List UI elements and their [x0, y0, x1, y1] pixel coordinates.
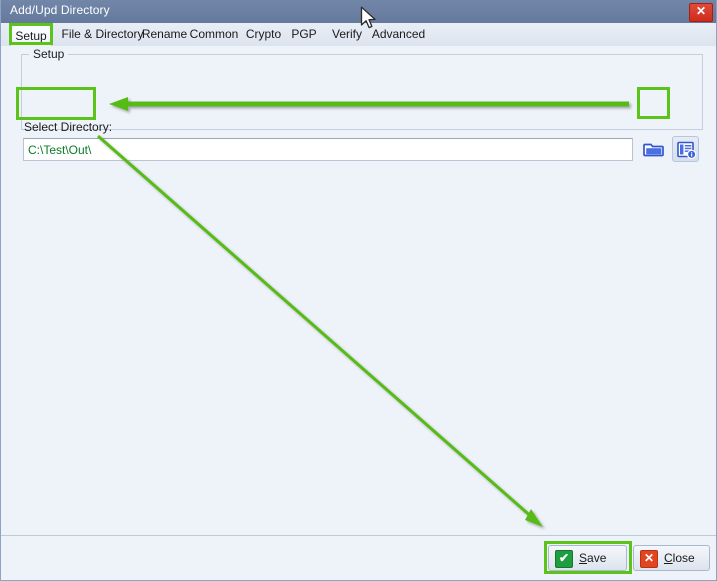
tab-label: Advanced: [371, 27, 426, 41]
tab-crypto[interactable]: Crypto: [241, 24, 286, 45]
dialog-footer: ✔ Save ✕ Close: [1, 535, 716, 580]
title-bar: Add/Upd Directory ✕: [1, 0, 716, 24]
setup-tab-panel: Setup Select Directory:: [1, 46, 716, 535]
close-button[interactable]: ✕ Close: [633, 545, 710, 571]
checkmark-icon: ✔: [555, 550, 573, 568]
tab-rename[interactable]: Rename: [138, 24, 191, 45]
close-rest: lose: [672, 551, 695, 565]
directory-list-button[interactable]: [672, 136, 699, 162]
save-rest: ave: [587, 551, 607, 565]
tab-common[interactable]: Common: [187, 24, 241, 45]
tab-pgp[interactable]: PGP: [289, 24, 319, 45]
add-upd-directory-window: Add/Upd Directory ✕ Setup File & Directo…: [0, 0, 717, 581]
save-accel: S: [579, 551, 588, 565]
tab-label: Setup: [15, 29, 47, 43]
tab-label: Crypto: [245, 27, 282, 41]
tab-verify[interactable]: Verify: [326, 24, 368, 45]
save-button[interactable]: ✔ Save: [548, 545, 627, 571]
save-button-label: Save: [579, 546, 606, 570]
tab-label: Rename: [141, 27, 188, 41]
tab-label: Verify: [331, 27, 362, 41]
close-accel: C: [664, 551, 673, 565]
tab-label: File & Directory: [61, 27, 144, 41]
tab-file-directory[interactable]: File & Directory: [56, 24, 149, 45]
tab-label: Common: [189, 27, 239, 41]
window-title: Add/Upd Directory: [10, 3, 110, 17]
window-close-button[interactable]: ✕: [689, 3, 713, 22]
setup-group-box: [21, 54, 703, 130]
tab-setup[interactable]: Setup: [10, 24, 52, 47]
select-directory-label: Select Directory:: [24, 120, 113, 134]
folder-icon: [643, 143, 664, 157]
tab-advanced[interactable]: Advanced: [367, 24, 430, 45]
close-icon: ✕: [695, 4, 707, 18]
directory-input[interactable]: [23, 138, 633, 161]
close-button-label: Close: [664, 546, 695, 570]
tab-label: PGP: [291, 27, 317, 41]
list-detail-icon: [677, 141, 697, 160]
setup-group-label: Setup: [29, 48, 69, 61]
tab-strip: Setup File & Directory Rename Common Cry…: [1, 23, 716, 47]
browse-folder-button[interactable]: [640, 136, 667, 162]
cross-icon: ✕: [640, 550, 658, 568]
